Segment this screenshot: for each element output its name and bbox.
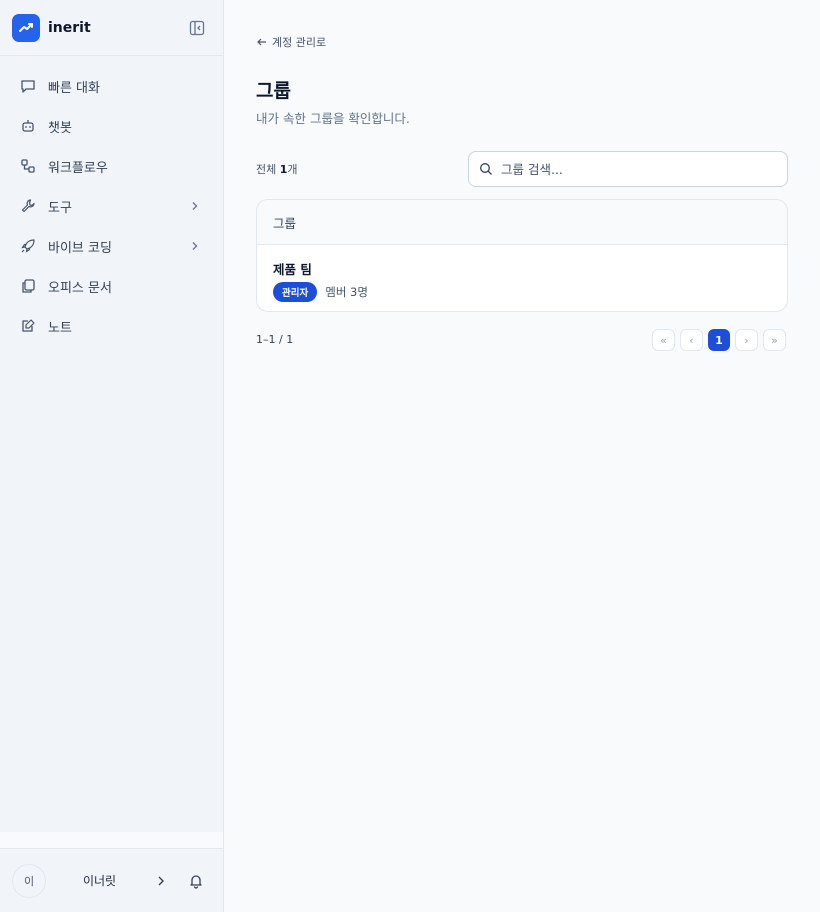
count-prefix: 전체 (256, 163, 280, 176)
chevron-right-icon (189, 240, 201, 252)
chat-bubble-icon (20, 78, 36, 94)
sidebar-item-vibe-coding[interactable]: 바이브 코딩 (0, 226, 223, 266)
sidebar: inerit 빠른 대화 챗봇 워크플로우 도구 바이브 코딩 오피스 문서 노… (0, 0, 224, 912)
group-search-box[interactable] (468, 151, 788, 187)
sidebar-item-notes[interactable]: 노트 (0, 306, 223, 346)
sidebar-item-label: 워크플로우 (48, 160, 108, 176)
sidebar-item-quick-chat[interactable]: 빠른 대화 (0, 66, 223, 106)
brand-logo-icon[interactable] (12, 13, 40, 42)
sidebar-footer: 이 이너릿 (0, 848, 223, 912)
app-root: inerit 빠른 대화 챗봇 워크플로우 도구 바이브 코딩 오피스 문서 노… (0, 0, 820, 912)
group-search-input[interactable] (501, 161, 771, 177)
back-to-account-link[interactable]: 계정 관리로 (256, 34, 326, 50)
member-count: 멤버 3명 (325, 285, 368, 299)
search-icon (479, 162, 493, 176)
user-name[interactable]: 이너릿 (46, 872, 153, 889)
sidebar-item-label: 바이브 코딩 (48, 240, 112, 256)
sidebar-item-label: 도구 (48, 200, 72, 216)
role-badge: 관리자 (273, 282, 318, 302)
note-icon (20, 318, 36, 334)
chevron-right-icon (189, 200, 201, 212)
sidebar-item-chatbot[interactable]: 챗봇 (0, 106, 223, 146)
sidebar-header: inerit (0, 0, 223, 56)
pagination-range: 1–1 / 1 (256, 333, 294, 346)
prev-page-button[interactable]: ‹ (680, 329, 703, 351)
last-page-button[interactable]: » (763, 329, 786, 351)
arrow-left-icon (256, 36, 268, 48)
bell-icon[interactable] (187, 872, 205, 890)
page-1-button[interactable]: 1 (708, 329, 730, 351)
sidebar-item-label: 빠른 대화 (48, 80, 100, 96)
page-subtitle: 내가 속한 그룹을 확인합니다. (256, 111, 410, 126)
count-suffix: 개 (287, 163, 298, 176)
sidebar-item-label: 챗봇 (48, 120, 72, 136)
rocket-icon (20, 238, 36, 254)
sidebar-collapse-icon[interactable] (187, 18, 207, 38)
next-page-button[interactable]: › (735, 329, 758, 351)
sidebar-spacer (0, 832, 223, 848)
sidebar-item-workflow[interactable]: 워크플로우 (0, 146, 223, 186)
page-title: 그룹 (256, 80, 291, 102)
back-link-label: 계정 관리로 (272, 36, 327, 49)
group-name: 제품 팀 (273, 262, 312, 277)
wrench-icon (20, 198, 36, 214)
table-header: 그룹 (257, 200, 787, 245)
bot-icon (20, 118, 36, 134)
main-content: 계정 관리로 그룹 내가 속한 그룹을 확인합니다. 전체 1개 그룹 제품 팀… (224, 0, 820, 912)
sidebar-nav: 빠른 대화 챗봇 워크플로우 도구 바이브 코딩 오피스 문서 노트 (0, 56, 223, 346)
documents-icon (20, 278, 36, 294)
pagination: « ‹ 1 › » (652, 329, 786, 351)
sidebar-item-label: 노트 (48, 320, 72, 336)
first-page-button[interactable]: « (652, 329, 675, 351)
sidebar-item-office-docs[interactable]: 오피스 문서 (0, 266, 223, 306)
sidebar-item-tools[interactable]: 도구 (0, 186, 223, 226)
chevron-right-icon[interactable] (153, 873, 169, 889)
group-meta: 관리자 멤버 3명 (273, 282, 771, 302)
avatar[interactable]: 이 (12, 863, 46, 898)
total-count: 전체 1개 (256, 161, 298, 177)
sidebar-item-label: 오피스 문서 (48, 280, 112, 296)
groups-table: 그룹 제품 팀 관리자 멤버 3명 (256, 199, 788, 312)
workflow-icon (20, 158, 36, 174)
brand-name: inerit (48, 19, 91, 36)
table-row[interactable]: 제품 팀 관리자 멤버 3명 (257, 245, 787, 311)
